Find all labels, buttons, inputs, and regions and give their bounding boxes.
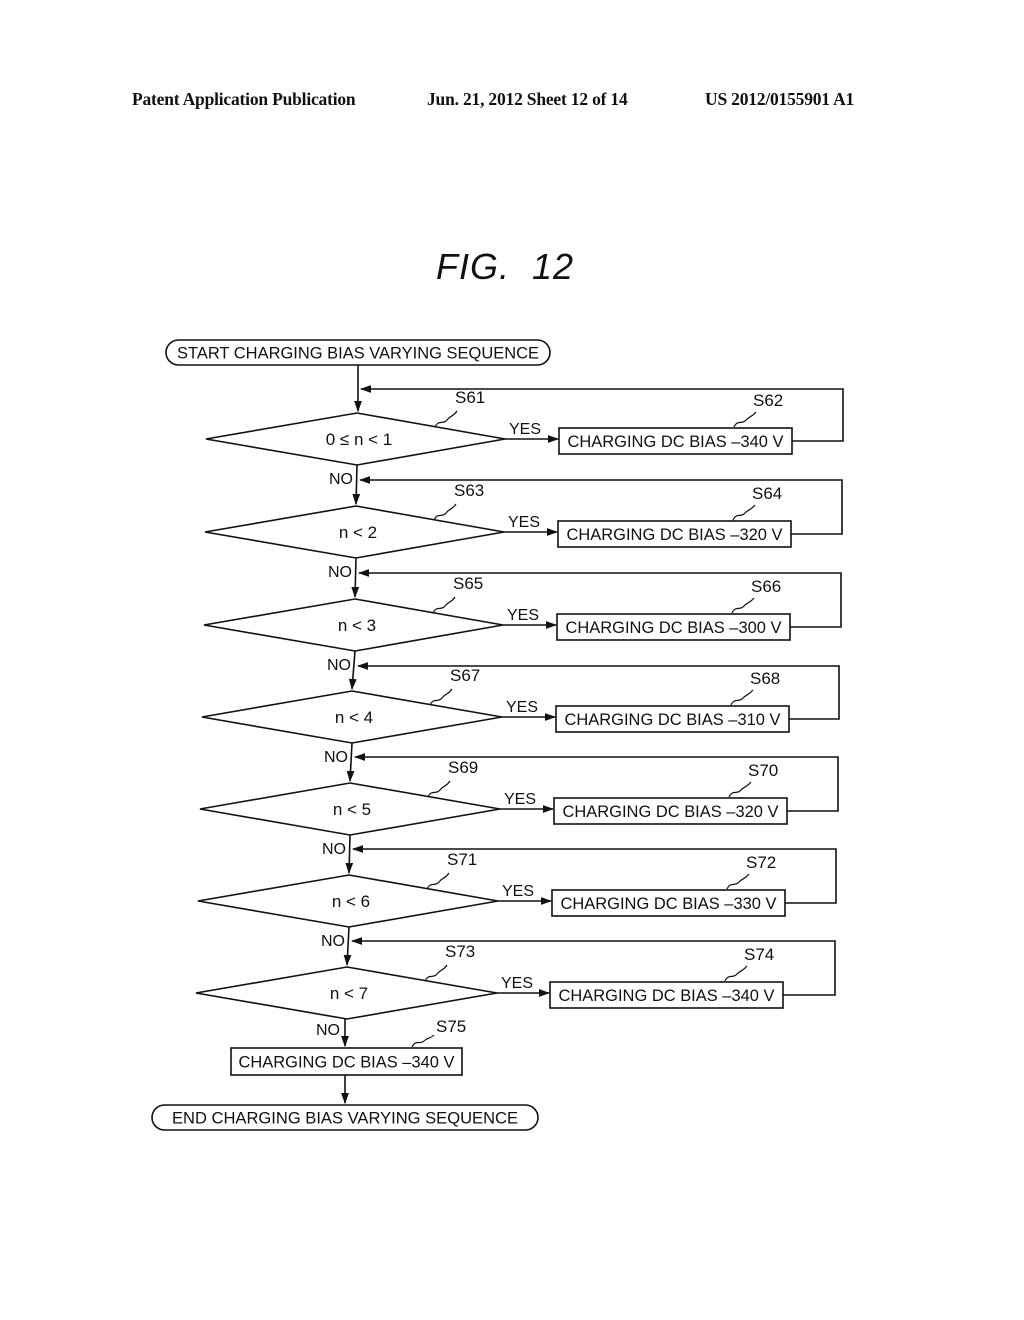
start-terminal: START CHARGING BIAS VARYING SEQUENCE [165, 339, 551, 366]
decision-condition: n < 2 [339, 523, 377, 542]
action-step-label: S70 [748, 761, 778, 780]
action-label: CHARGING DC BIAS –320 V [563, 803, 779, 821]
no-arrow [348, 650, 357, 691]
action-step-leader [731, 597, 755, 614]
yes-label: YES [502, 883, 534, 900]
no-label: NO [327, 657, 351, 674]
action-step-leader [726, 873, 750, 890]
action-step-label: S64 [752, 484, 782, 503]
end-terminal: END CHARGING BIAS VARYING SEQUENCE [151, 1104, 539, 1131]
no-label: NO [329, 471, 353, 488]
decision-condition: n < 5 [333, 800, 371, 819]
no-label: NO [324, 749, 348, 766]
start-label: START CHARGING BIAS VARYING SEQUENCE [177, 344, 539, 363]
yes-label: YES [501, 975, 533, 992]
decision-condition: 0 ≤ n < 1 [326, 430, 393, 449]
action-step-label: S72 [746, 853, 776, 872]
no-arrow [352, 464, 361, 506]
final-action-group: NO CHARGING DC BIAS –340 V S75 [230, 1017, 466, 1105]
action-step-label: S68 [750, 669, 780, 688]
action-step-leader [728, 781, 752, 798]
no-label: NO [321, 933, 345, 950]
final-action-label: CHARGING DC BIAS –340 V [239, 1054, 455, 1072]
decision-step-label: S73 [445, 942, 475, 961]
decision-row: NO n < 4 S67 YES CHARGING DC BIAS –310 V S68 [201, 650, 840, 744]
flowchart: START CHARGING BIAS VARYING SEQUENCE 0 ≤… [151, 339, 844, 1131]
decision-row: NO n < 2 S63 YES CHARGING DC BIAS –320 V S64 [204, 464, 843, 559]
action-step-label: S66 [751, 577, 781, 596]
decision-condition: n < 3 [338, 616, 376, 635]
decision-condition: n < 4 [335, 708, 373, 727]
action-label: CHARGING DC BIAS –310 V [565, 711, 781, 729]
no-arrow [351, 557, 360, 599]
action-step-leader [732, 504, 756, 521]
yes-label: YES [509, 421, 541, 438]
action-label: CHARGING DC BIAS –340 V [559, 987, 775, 1005]
action-step-leader [724, 965, 748, 982]
decision-row: NO n < 5 S69 YES CHARGING DC BIAS –320 V S70 [199, 742, 839, 836]
decision-row: NO n < 7 S73 YES CHARGING DC BIAS –340 V S74 [195, 926, 836, 1020]
action-step-leader [733, 411, 757, 428]
decision-row: NO n < 6 S71 YES CHARGING DC BIAS –330 V S72 [197, 834, 837, 928]
decision-step-leader [434, 410, 458, 428]
decision-row: NO n < 3 S65 YES CHARGING DC BIAS –300 V S66 [203, 557, 842, 652]
decision-step-leader [432, 596, 456, 614]
action-label: CHARGING DC BIAS –300 V [566, 619, 782, 637]
no-arrow [346, 742, 355, 783]
action-label: CHARGING DC BIAS –320 V [567, 526, 783, 544]
final-step-label: S75 [436, 1017, 466, 1036]
no-arrow [345, 834, 354, 875]
decision-step-leader [433, 503, 457, 521]
no-arrow [343, 926, 352, 967]
decision-step-label: S67 [450, 666, 480, 685]
action-step-leader [730, 689, 754, 706]
final-step-leader [411, 1034, 435, 1048]
no-label-final: NO [316, 1022, 340, 1039]
no-label: NO [328, 564, 352, 581]
end-label: END CHARGING BIAS VARYING SEQUENCE [172, 1109, 518, 1128]
decision-step-label: S65 [453, 574, 483, 593]
decision-step-leader [426, 872, 450, 890]
decision-step-label: S63 [454, 481, 484, 500]
action-label: CHARGING DC BIAS –340 V [568, 433, 784, 451]
decision-step-leader [429, 688, 453, 706]
action-step-label: S74 [744, 945, 774, 964]
action-label: CHARGING DC BIAS –330 V [561, 895, 777, 913]
yes-label: YES [508, 514, 540, 531]
decision-condition: n < 6 [332, 892, 370, 911]
action-step-label: S62 [753, 391, 783, 410]
decision-row: 0 ≤ n < 1 S61 YES CHARGING DC BIAS –340 V S6… [205, 385, 844, 466]
decision-step-leader [424, 964, 448, 982]
decision-step-label: S69 [448, 758, 478, 777]
decision-step-label: S61 [455, 388, 485, 407]
yes-label: YES [507, 607, 539, 624]
no-label: NO [322, 841, 346, 858]
decision-condition: n < 7 [330, 984, 368, 1003]
yes-label: YES [504, 791, 536, 808]
decision-step-leader [427, 780, 451, 798]
yes-label: YES [506, 699, 538, 716]
decision-step-label: S71 [447, 850, 477, 869]
